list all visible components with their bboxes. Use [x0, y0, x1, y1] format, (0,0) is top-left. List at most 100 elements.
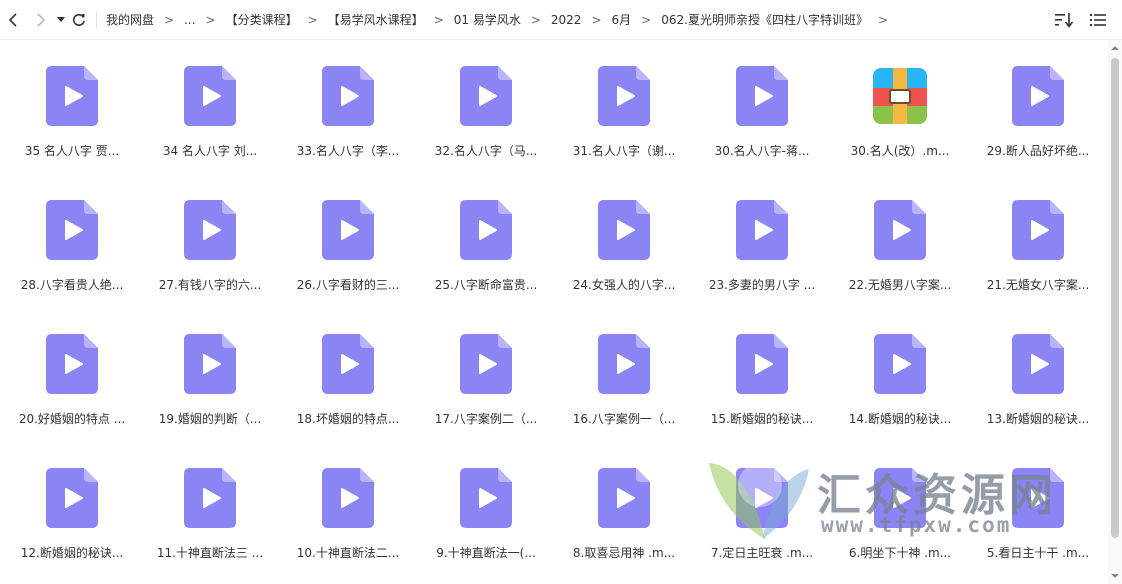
file-item[interactable]: 16.八字案例一（...	[555, 322, 693, 456]
file-name: 24.女强人的八字...	[572, 278, 676, 292]
history-dropdown[interactable]	[54, 6, 68, 34]
file-name: 34 名人八字 刘...	[162, 144, 258, 158]
file-item[interactable]: 20.好婚姻的特点 ...	[3, 322, 141, 456]
file-item[interactable]: 15.断婚姻的秘诀...	[693, 322, 831, 456]
scrollbar-thumb[interactable]	[1111, 58, 1119, 538]
file-name: 25.八字断命富贵...	[434, 278, 538, 292]
video-file-icon	[596, 64, 652, 128]
scroll-up-arrow-icon[interactable]	[1111, 44, 1119, 52]
file-name: 15.断婚姻的秘诀...	[710, 412, 814, 426]
video-file-icon	[182, 64, 238, 128]
scroll-down-arrow-icon[interactable]	[1111, 572, 1119, 580]
breadcrumb-item[interactable]: 2022	[550, 13, 583, 27]
file-item[interactable]: 19.婚姻的判断（...	[141, 322, 279, 456]
file-name: 8.取喜忌用神 .m...	[572, 546, 676, 560]
sort-icon	[1055, 13, 1073, 28]
back-button[interactable]	[2, 6, 24, 34]
breadcrumb-separator: >	[433, 12, 444, 27]
top-toolbar: 我的网盘 >... > 【分类课程】 > 【易学风水课程】 >01 易学风水 >2022 >6月…	[0, 0, 1122, 40]
file-name: 18.坏婚姻的特点...	[296, 412, 400, 426]
video-file-icon	[44, 466, 100, 530]
file-item[interactable]: 10.十神直断法二...	[279, 456, 417, 584]
video-file-icon	[458, 332, 514, 396]
file-name: 28.八字看贵人绝...	[20, 278, 124, 292]
refresh-button[interactable]	[68, 6, 90, 34]
file-item[interactable]: 12.断婚姻的秘诀...	[3, 456, 141, 584]
file-item[interactable]: 29.断人品好坏绝...	[969, 54, 1107, 188]
file-item[interactable]: 35 名人八字 贾...	[3, 54, 141, 188]
file-name: 9.十神直断法一(...	[436, 546, 536, 560]
file-name: 21.无婚女八字案...	[986, 278, 1090, 292]
file-item[interactable]: 22.无婚男八字案...	[831, 188, 969, 322]
file-name: 6.明坐下十神 .m...	[848, 546, 952, 560]
file-name: 11.十神直断法三 ...	[156, 546, 264, 560]
breadcrumb-item[interactable]: 【易学风水课程】	[327, 11, 425, 28]
file-item[interactable]: 13.断婚姻的秘诀...	[969, 322, 1107, 456]
view-mode-button[interactable]	[1088, 10, 1108, 30]
file-item[interactable]: 6.明坐下十神 .m...	[831, 456, 969, 584]
file-item[interactable]: 14.断婚姻的秘诀...	[831, 322, 969, 456]
video-file-icon	[872, 198, 928, 262]
video-file-icon	[872, 466, 928, 530]
file-name: 17.八字案例二（...	[434, 412, 538, 426]
file-item[interactable]: 17.八字案例二（...	[417, 322, 555, 456]
video-file-icon	[458, 466, 514, 530]
file-name: 5.看日主十干 .m...	[986, 546, 1090, 560]
file-item[interactable]: 8.取喜忌用神 .m...	[555, 456, 693, 584]
file-item[interactable]: 32.名人八字（马...	[417, 54, 555, 188]
file-grid-area: 35 名人八字 贾... 34 名人八字 刘... 33.名人八字（李... 32.名…	[0, 40, 1108, 584]
video-file-icon	[1010, 198, 1066, 262]
divider	[96, 10, 97, 29]
file-item[interactable]: 7.定日主旺衰 .m...	[693, 456, 831, 584]
file-item[interactable]: 11.十神直断法三 ...	[141, 456, 279, 584]
forward-button[interactable]	[30, 6, 52, 34]
file-name: 20.好婚姻的特点 ...	[18, 412, 126, 426]
file-name: 32.名人八字（马...	[434, 144, 538, 158]
file-item[interactable]: 27.有钱八字的六...	[141, 188, 279, 322]
video-file-icon	[734, 466, 790, 530]
file-item[interactable]: 5.看日主十干 .m...	[969, 456, 1107, 584]
file-name: 23.多妻的男八字 ...	[708, 278, 816, 292]
video-file-icon	[734, 332, 790, 396]
breadcrumb-item[interactable]: 062.夏光明师亲授《四柱八字特训班》	[660, 11, 869, 28]
file-name: 35 名人八字 贾...	[24, 144, 120, 158]
breadcrumb-item[interactable]: 【分类课程】	[225, 11, 299, 28]
file-item[interactable]: 21.无婚女八字案...	[969, 188, 1107, 322]
sort-button[interactable]	[1054, 10, 1074, 30]
file-item[interactable]: 25.八字断命富贵...	[417, 188, 555, 322]
video-file-icon	[44, 198, 100, 262]
video-file-icon	[458, 198, 514, 262]
breadcrumb-separator: >	[591, 12, 602, 27]
chevron-right-icon	[37, 12, 46, 27]
video-file-icon	[320, 466, 376, 530]
file-name: 27.有钱八字的六...	[158, 278, 262, 292]
file-name: 12.断婚姻的秘诀...	[20, 546, 124, 560]
breadcrumb-item[interactable]: 01 易学风水	[453, 11, 522, 28]
file-item[interactable]: 34 名人八字 刘...	[141, 54, 279, 188]
file-item[interactable]: 33.名人八字（李...	[279, 54, 417, 188]
file-item[interactable]: 31.名人八字（谢...	[555, 54, 693, 188]
file-name: 22.无婚男八字案...	[848, 278, 952, 292]
file-item[interactable]: 26.八字看财的三...	[279, 188, 417, 322]
video-file-icon	[458, 64, 514, 128]
breadcrumb-item[interactable]: 6月	[611, 11, 633, 28]
file-item[interactable]: 28.八字看贵人绝...	[3, 188, 141, 322]
file-item[interactable]: 18.坏婚姻的特点...	[279, 322, 417, 456]
file-name: 13.断婚姻的秘诀...	[986, 412, 1090, 426]
file-name: 29.断人品好坏绝...	[986, 144, 1090, 158]
breadcrumb-item[interactable]: 我的网盘	[105, 11, 155, 28]
file-item[interactable]: 30.名人(改）.m...	[831, 54, 969, 188]
vertical-scrollbar[interactable]	[1108, 40, 1122, 584]
file-item[interactable]: 24.女强人的八字...	[555, 188, 693, 322]
file-item[interactable]: 30.名人八字-蒋...	[693, 54, 831, 188]
video-file-icon	[44, 332, 100, 396]
file-name: 30.名人(改）.m...	[850, 144, 950, 158]
file-item[interactable]: 23.多妻的男八字 ...	[693, 188, 831, 322]
file-item[interactable]: 9.十神直断法一(...	[417, 456, 555, 584]
chevron-left-icon	[8, 12, 17, 27]
video-file-icon	[1010, 64, 1066, 128]
breadcrumb-separator: >	[877, 12, 889, 27]
breadcrumb-item[interactable]: ...	[183, 13, 196, 27]
video-file-icon	[872, 332, 928, 396]
refresh-icon	[72, 13, 85, 26]
